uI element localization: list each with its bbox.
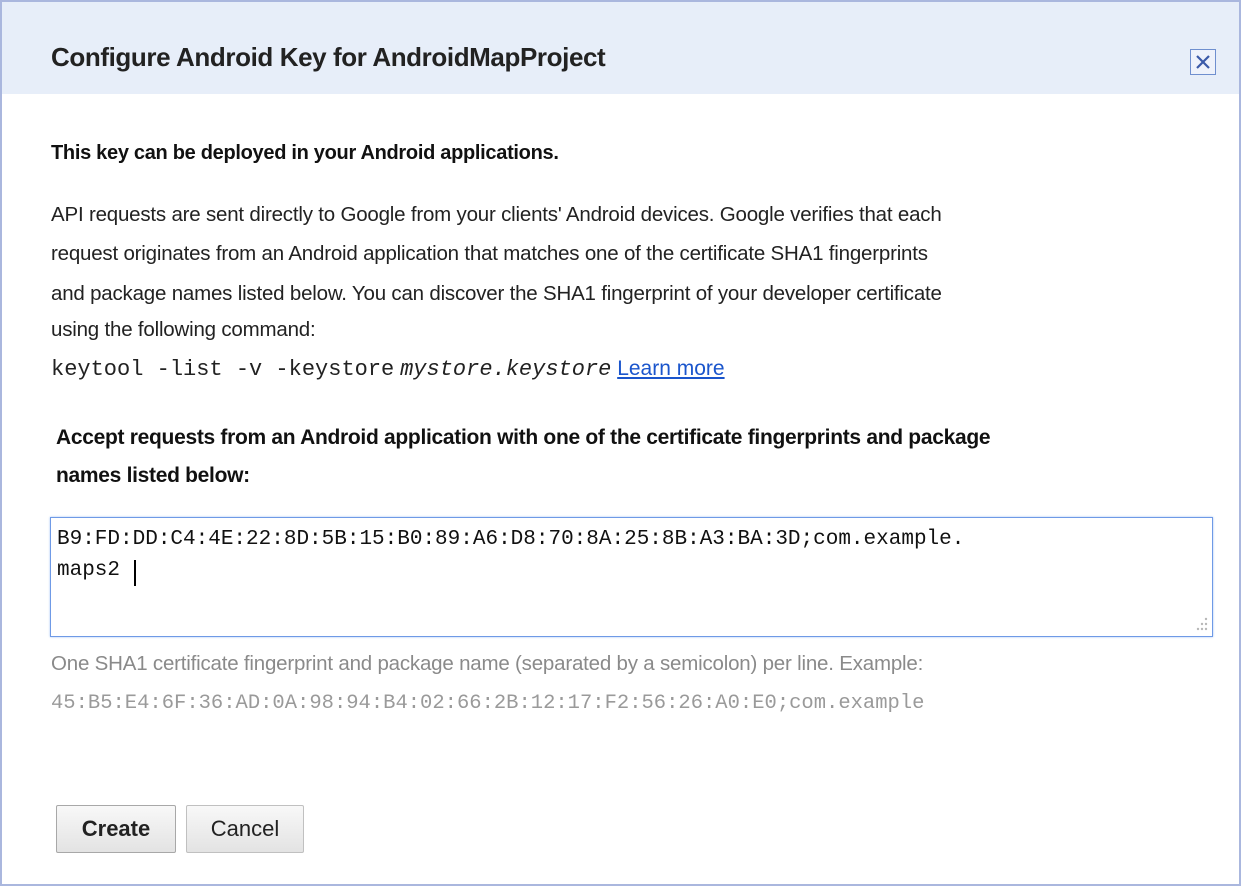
close-icon[interactable] bbox=[1190, 49, 1216, 75]
configure-android-key-dialog: Configure Android Key for AndroidMapProj… bbox=[0, 0, 1241, 886]
fingerprint-hint: One SHA1 certificate fingerprint and pac… bbox=[51, 652, 924, 675]
keytool-command: keytool -list -v -keystore bbox=[51, 357, 395, 382]
description-line: request originates from an Android appli… bbox=[51, 242, 928, 265]
text-caret bbox=[134, 560, 136, 586]
cancel-button[interactable]: Cancel bbox=[186, 805, 304, 853]
fingerprints-textarea[interactable]: B9:FD:DD:C4:4E:22:8D:5B:15:B0:89:A6:D8:7… bbox=[50, 517, 1213, 637]
learn-more-link[interactable]: Learn more bbox=[617, 357, 724, 380]
description-line: API requests are sent directly to Google… bbox=[51, 203, 942, 226]
accept-heading-line: names listed below: bbox=[56, 464, 250, 487]
fingerprint-example: 45:B5:E4:6F:36:AD:0A:98:94:B4:02:66:2B:1… bbox=[51, 692, 925, 715]
dialog-title-bar: Configure Android Key for AndroidMapProj… bbox=[2, 2, 1239, 94]
description-line: and package names listed below. You can … bbox=[51, 282, 942, 305]
keytool-command-line: keytool -list -v -keystore mystore.keyst… bbox=[51, 357, 725, 382]
resize-grip-icon[interactable] bbox=[1191, 615, 1209, 633]
dialog-title: Configure Android Key for AndroidMapProj… bbox=[51, 42, 606, 72]
accept-heading-line: Accept requests from an Android applicat… bbox=[56, 426, 991, 449]
create-button[interactable]: Create bbox=[56, 805, 176, 853]
deploy-heading: This key can be deployed in your Android… bbox=[51, 142, 559, 164]
fingerprint-value-line: B9:FD:DD:C4:4E:22:8D:5B:15:B0:89:A6:D8:7… bbox=[57, 528, 965, 551]
description-line: using the following command: bbox=[51, 318, 316, 341]
keystore-argument: mystore.keystore bbox=[400, 357, 612, 382]
fingerprint-value-line: maps2 bbox=[57, 559, 121, 582]
